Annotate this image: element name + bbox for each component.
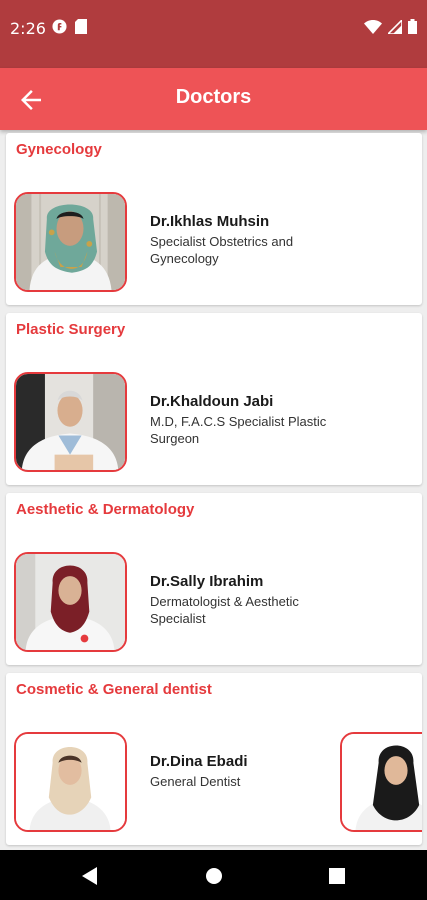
doctor-portrait-image	[16, 374, 125, 470]
doctor-photo-next[interactable]	[340, 732, 422, 832]
battery-icon	[408, 19, 417, 34]
doctor-name[interactable]: Dr.Sally Ibrahim	[150, 573, 263, 590]
nav-home-button[interactable]	[202, 864, 226, 888]
section-card-cosmetic-general-dentist: Cosmetic & General dentist Dr.Dina Ebadi…	[6, 673, 422, 845]
doctors-list: Gynecology Dr.Ikhlas Muhsin Specialist O…	[0, 130, 427, 850]
nav-back-button[interactable]	[78, 864, 102, 888]
doctor-name[interactable]: Dr.Khaldoun Jabi	[150, 393, 273, 410]
status-time: 2:26	[10, 19, 46, 38]
status-bar: 2:26	[0, 0, 427, 68]
doctor-name[interactable]: Dr.Dina Ebadi	[150, 753, 248, 770]
f-notification-icon	[52, 19, 67, 34]
sd-card-icon	[75, 19, 87, 34]
doctor-specialty: General Dentist	[150, 774, 241, 789]
section-title: Gynecology	[16, 141, 102, 158]
status-right-icons	[364, 19, 417, 34]
section-card-aesthetic-dermatology: Aesthetic & Dermatology Dr.Sally Ibrahim…	[6, 493, 422, 665]
doctor-portrait-image	[16, 734, 125, 830]
section-card-plastic-surgery: Plastic Surgery Dr.Khaldoun Jabi M.D, F.…	[6, 313, 422, 485]
home-circle-icon	[206, 868, 222, 884]
system-nav-bar	[0, 850, 427, 900]
doctor-photo-sally-ibrahim[interactable]	[14, 552, 127, 652]
doctor-photo-khaldoun-jabi[interactable]	[14, 372, 127, 472]
doctor-portrait-image	[342, 734, 422, 830]
doctor-specialty: Specialist Obstetrics and Gynecology	[150, 234, 294, 266]
doctor-specialty: M.D, F.A.C.S Specialist Plastic Surgeon	[150, 414, 327, 446]
doctor-name[interactable]: Dr.Ikhlas Muhsin	[150, 213, 269, 230]
app-bar: Doctors	[0, 68, 427, 130]
section-title: Cosmetic & General dentist	[16, 681, 212, 698]
doctor-photo-dina-ebadi[interactable]	[14, 732, 127, 832]
back-triangle-icon	[82, 867, 97, 885]
section-title: Plastic Surgery	[16, 321, 126, 338]
signal-icon	[388, 19, 402, 34]
nav-recents-button[interactable]	[325, 864, 349, 888]
wifi-icon	[364, 19, 382, 34]
section-title: Aesthetic & Dermatology	[16, 501, 195, 518]
doctor-portrait-image	[16, 554, 125, 650]
section-card-gynecology: Gynecology Dr.Ikhlas Muhsin Specialist O…	[6, 133, 422, 305]
doctor-photo-ikhlas-muhsin[interactable]	[14, 192, 127, 292]
doctor-portrait-image	[16, 194, 125, 290]
status-left-icons	[52, 19, 87, 34]
doctor-specialty: Dermatologist & Aesthetic Specialist	[150, 594, 299, 626]
recents-square-icon	[329, 868, 345, 884]
page-title: Doctors	[175, 86, 252, 108]
